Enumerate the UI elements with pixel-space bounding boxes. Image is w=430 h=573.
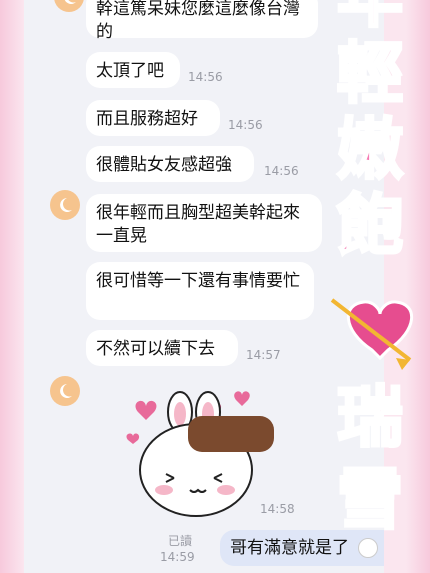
moon-icon (64, 0, 76, 4)
message-time: 14:56 (188, 70, 223, 84)
message-bubble[interactable]: 不然可以續下去 (86, 330, 238, 366)
avatar[interactable] (50, 376, 80, 406)
message-text: 太頂了吧 (96, 61, 164, 81)
decor-char: 雪 (337, 461, 403, 538)
message-bubble[interactable]: 很可惜等一下還有事情要忙 (86, 262, 314, 320)
message-text: 而且服務超好 (96, 109, 198, 129)
decorative-title: 年 輕 嫩 飽 瑞 雪 (330, 0, 413, 540)
message-time: 14:57 (246, 348, 281, 362)
app-frame: 幹這篤呆妹您麼這麼像台灣的 太頂了吧 14:56 而且服務超好 14:56 很體… (0, 0, 430, 573)
decor-char: 瑞 (337, 379, 403, 456)
avatar[interactable] (50, 190, 80, 220)
decor-char: 年 (337, 0, 403, 36)
moon-icon (60, 384, 72, 398)
rabbit-sticker-icon (126, 391, 274, 517)
decor-char: 飽 (337, 187, 403, 264)
read-receipt: 已讀 (168, 534, 193, 548)
message-time: 14:59 (160, 550, 195, 564)
message-text: 不然可以續下去 (96, 339, 215, 359)
message-time: 14:56 (264, 164, 299, 178)
message-bubble[interactable]: 很年輕而且胸型超美幹起來一直晃 (86, 194, 322, 252)
heart-arrow-icon (330, 298, 413, 370)
message-time: 14:56 (228, 118, 263, 132)
moon-icon (60, 198, 72, 212)
message-text: 幹這篤呆妹您麼這麼像台灣的 (96, 0, 300, 42)
decor-char: 輕 (337, 35, 403, 112)
avatar[interactable] (54, 0, 84, 12)
decor-char: 嫩 (337, 111, 403, 188)
message-bubble[interactable]: 幹這篤呆妹您麼這麼像台灣的 (86, 0, 318, 42)
message-text: 很體貼女友感超強 (96, 155, 232, 175)
message-bubble[interactable]: 而且服務超好 (86, 100, 220, 136)
rabbit-sticker[interactable] (118, 382, 278, 520)
message-bubble[interactable]: 很體貼女友感超強 (86, 146, 254, 182)
message-bubble[interactable]: 太頂了吧 (86, 52, 180, 88)
sticker-time: 14:58 (260, 502, 295, 516)
message-text: 很可惜等一下還有事情要忙 (96, 271, 300, 291)
message-text: 很年輕而且胸型超美幹起來一直晃 (96, 203, 300, 246)
